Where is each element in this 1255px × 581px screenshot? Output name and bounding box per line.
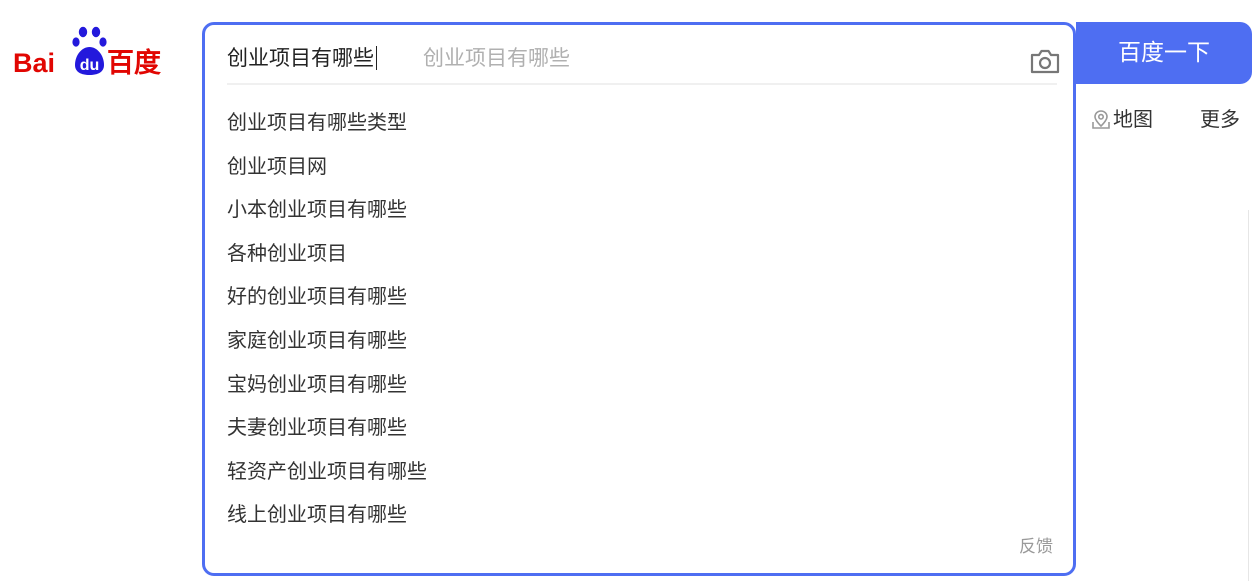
suggestion-item[interactable]: 轻资产创业项目有哪些 (227, 450, 1057, 494)
logo-du-text: du (80, 57, 100, 74)
feedback-link[interactable]: 反馈 (1019, 535, 1053, 559)
camera-icon[interactable] (1029, 47, 1061, 75)
logo-baidu-cn-text: 百度 (107, 47, 161, 79)
map-link[interactable]: 地图 (1090, 103, 1153, 135)
baidu-logo-graphic: du Bai 百度 (13, 26, 161, 79)
search-button[interactable]: 百度一下 (1076, 22, 1252, 84)
camera-icon-graphic (1030, 49, 1060, 74)
search-input[interactable]: 创业项目有哪些 创业项目有哪些 (227, 35, 1060, 85)
search-hint-text: 创业项目有哪些 (423, 46, 570, 70)
search-query-text: 创业项目有哪些 (227, 44, 377, 72)
suggestion-item[interactable]: 创业项目网 (227, 145, 1057, 189)
suggestion-item[interactable]: 宝妈创业项目有哪些 (227, 363, 1057, 407)
suggestion-item[interactable]: 小本创业项目有哪些 (227, 188, 1057, 232)
suggestion-item[interactable]: 家庭创业项目有哪些 (227, 319, 1057, 363)
suggestion-item[interactable]: 创业项目有哪些类型 (227, 101, 1057, 145)
logo-bai-text: Bai (13, 48, 55, 78)
search-query-value: 创业项目有哪些 (227, 46, 374, 70)
baidu-search-page: du Bai 百度 创业项目有哪些 创业项目有哪些 创业项目有哪些类型 创业项目… (0, 0, 1255, 581)
side-links: 地图 更多 (1090, 103, 1255, 135)
suggestion-item[interactable]: 夫妻创业项目有哪些 (227, 406, 1057, 450)
suggestion-item[interactable]: 好的创业项目有哪些 (227, 275, 1057, 319)
more-link[interactable]: 更多 (1200, 103, 1240, 135)
map-icon (1092, 110, 1110, 129)
suggestion-list: 创业项目有哪些类型 创业项目网 小本创业项目有哪些 各种创业项目 好的创业项目有… (227, 101, 1057, 537)
map-label: 地图 (1113, 107, 1153, 131)
suggestion-item[interactable]: 线上创业项目有哪些 (227, 493, 1057, 537)
divider (1248, 210, 1249, 581)
suggestion-item[interactable]: 各种创业项目 (227, 232, 1057, 276)
text-caret (376, 46, 377, 70)
baidu-logo[interactable]: du Bai 百度 (12, 25, 177, 81)
search-box: 创业项目有哪些 创业项目有哪些 创业项目有哪些类型 创业项目网 小本创业项目有哪… (202, 22, 1076, 576)
